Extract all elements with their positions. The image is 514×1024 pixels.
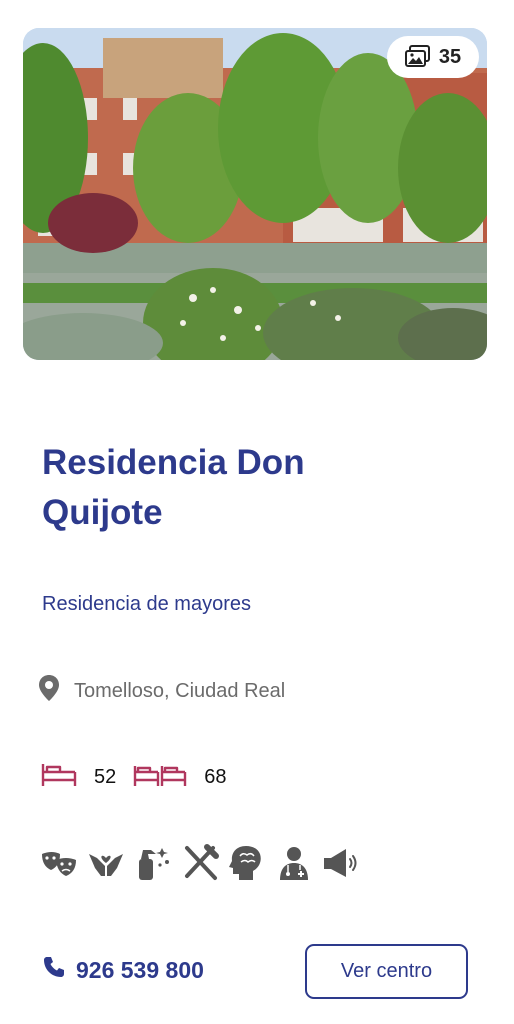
fork-knife-icon	[181, 844, 219, 882]
center-name[interactable]: Residencia Don Quijote	[42, 438, 402, 538]
gallery-icon	[404, 45, 431, 69]
location-text: Tomelloso, Ciudad Real	[74, 679, 286, 702]
map-pin-icon	[38, 674, 60, 708]
phone-number[interactable]: 926 539 800	[76, 957, 204, 984]
photo-count: 35	[438, 45, 462, 68]
doctor-icon	[275, 844, 313, 882]
caring-hands-icon	[87, 844, 125, 882]
double-bed-icon	[132, 760, 188, 794]
megaphone-icon	[322, 844, 360, 882]
center-type: Residencia de mayores	[42, 593, 251, 615]
center-photo[interactable]: 35	[23, 28, 487, 360]
photo-count-badge[interactable]: 35	[387, 36, 479, 78]
single-bed-count: 52	[94, 765, 117, 788]
view-center-button[interactable]: Ver centro	[305, 944, 468, 999]
location-row: Tomelloso, Ciudad Real	[38, 674, 285, 708]
theater-masks-icon	[40, 844, 78, 882]
bed-capacity: 52 68	[40, 760, 243, 794]
phone-icon	[42, 955, 66, 985]
phone-link[interactable]: 926 539 800	[42, 955, 204, 985]
services-list	[40, 844, 360, 882]
brain-head-icon	[228, 844, 266, 882]
single-bed-icon	[40, 760, 78, 794]
cleaning-spray-icon	[134, 844, 172, 882]
double-bed-count: 68	[204, 765, 227, 788]
